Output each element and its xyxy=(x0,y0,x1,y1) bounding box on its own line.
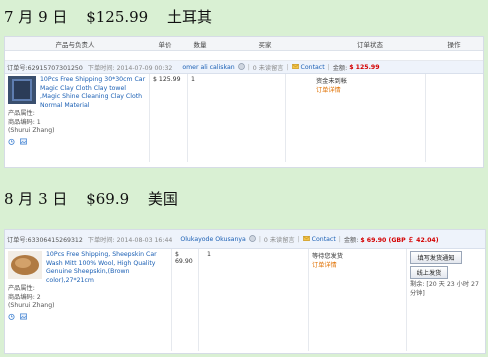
product-cell: 10Pcs Free Shipping, Sheepskin Car Wash … xyxy=(5,249,172,351)
order-bar: 订单号:62915707301250 下单时间: 2014-07-09 00:3… xyxy=(5,61,483,74)
order-status: 等待您发货 xyxy=(312,253,343,260)
remaining-time: 剩余: [20 天 23 小时 27 分钟] xyxy=(410,281,479,297)
col-product: 产品与负责人 xyxy=(55,40,95,49)
order-number[interactable]: 订单号:63306415269312 xyxy=(7,235,83,244)
owner-name: (Shurui Zhang) xyxy=(8,127,55,134)
unread-messages[interactable]: 0 未读留言 xyxy=(253,63,284,72)
product-code: 商品编码: 1 xyxy=(8,118,41,126)
mail-icon[interactable] xyxy=(291,63,299,72)
unread-messages[interactable]: 0 未读留言 xyxy=(264,235,295,244)
price-cell: $ 125.99 xyxy=(150,74,188,162)
table-row: 10Pcs Free Shipping 30*30cm Car Magic Cl… xyxy=(5,74,483,162)
section-heading-1: 7 月 9 日 $125.99 土耳其 xyxy=(4,6,226,27)
price-cell: $ 69.90 xyxy=(172,249,199,351)
amount-value: $ 69.90 (GBP ￡ 42.04) xyxy=(360,236,439,244)
product-attributes: 产品属性: xyxy=(8,285,35,292)
order-date: 8 月 3 日 xyxy=(4,190,68,208)
order-amount: $69.9 xyxy=(86,190,130,208)
actions-cell: 填写发货通知 线上发货 剩余: [20 天 23 小时 27 分钟] xyxy=(407,249,485,351)
col-qty: 数量 xyxy=(193,40,207,49)
order-details-link[interactable]: 订单详情 xyxy=(316,85,422,94)
product-attributes: 产品属性: xyxy=(8,110,35,117)
online-shipping-button[interactable]: 线上发货 xyxy=(410,266,448,279)
chat-icon[interactable] xyxy=(237,62,245,72)
owner-name: (Shurui Zhang) xyxy=(8,302,55,309)
order-number[interactable]: 订单号:62915707301250 xyxy=(7,63,83,72)
amount-label: 金额: xyxy=(343,236,359,244)
order-amount: $125.99 xyxy=(86,8,149,26)
actions-cell xyxy=(426,74,483,162)
buyer-name[interactable]: Olukayode Okusanya xyxy=(180,236,246,243)
col-actions: 操作 xyxy=(447,40,461,49)
order-details-link[interactable]: 订单详情 xyxy=(312,260,403,269)
amount-label: 金额: xyxy=(332,64,348,72)
section-heading-2: 8 月 3 日 $69.9 美国 xyxy=(4,188,192,209)
col-status: 订单状态 xyxy=(357,40,383,49)
image-icon[interactable] xyxy=(20,313,27,322)
col-buyer: 买家 xyxy=(258,40,272,49)
table-row: 10Pcs Free Shipping, Sheepskin Car Wash … xyxy=(5,249,485,351)
buyer-country: 美国 xyxy=(147,190,178,208)
buyer-country: 土耳其 xyxy=(167,8,213,26)
order-panel-2: 订单号:63306415269312 下单时间: 2014-08-03 16:4… xyxy=(4,229,486,354)
order-status: 资金未到帐 xyxy=(316,78,347,85)
amount-value: $ 125.99 xyxy=(349,63,380,71)
contact-link[interactable]: Contact xyxy=(312,236,336,243)
product-code: 商品编码: 2 xyxy=(8,293,41,301)
qty-cell: 1 xyxy=(188,74,286,162)
status-cell: 资金未到帐 订单详情 xyxy=(286,74,426,162)
fill-shipping-notice-button[interactable]: 填写发货通知 xyxy=(410,251,462,264)
image-icon[interactable] xyxy=(20,138,27,147)
contact-link[interactable]: Contact xyxy=(301,64,325,71)
product-cell: 10Pcs Free Shipping 30*30cm Car Magic Cl… xyxy=(5,74,150,162)
table-header: 产品与负责人 单价 数量 买家 订单状态 操作 xyxy=(5,37,483,51)
product-thumbnail[interactable] xyxy=(8,251,42,279)
order-date: 7 月 9 日 xyxy=(4,8,68,26)
order-panel-1: 产品与负责人 单价 数量 买家 订单状态 操作 订单号:629157073012… xyxy=(4,36,484,168)
order-time: 下单时间: 2014-07-09 00:32 xyxy=(87,64,173,72)
alarm-icon[interactable] xyxy=(8,313,15,322)
product-thumbnail[interactable] xyxy=(8,76,36,104)
chat-icon[interactable] xyxy=(249,234,256,244)
status-cell: 等待您发货 订单详情 xyxy=(309,249,407,351)
buyer-name[interactable]: omer ali caliskan xyxy=(182,64,234,71)
order-bar: 订单号:63306415269312 下单时间: 2014-08-03 16:4… xyxy=(5,230,485,249)
mail-icon[interactable] xyxy=(302,235,310,244)
order-time: 下单时间: 2014-08-03 16:44 xyxy=(87,236,173,244)
qty-cell: 1 xyxy=(199,249,309,351)
alarm-icon[interactable] xyxy=(8,138,15,147)
col-price: 单价 xyxy=(158,40,172,49)
